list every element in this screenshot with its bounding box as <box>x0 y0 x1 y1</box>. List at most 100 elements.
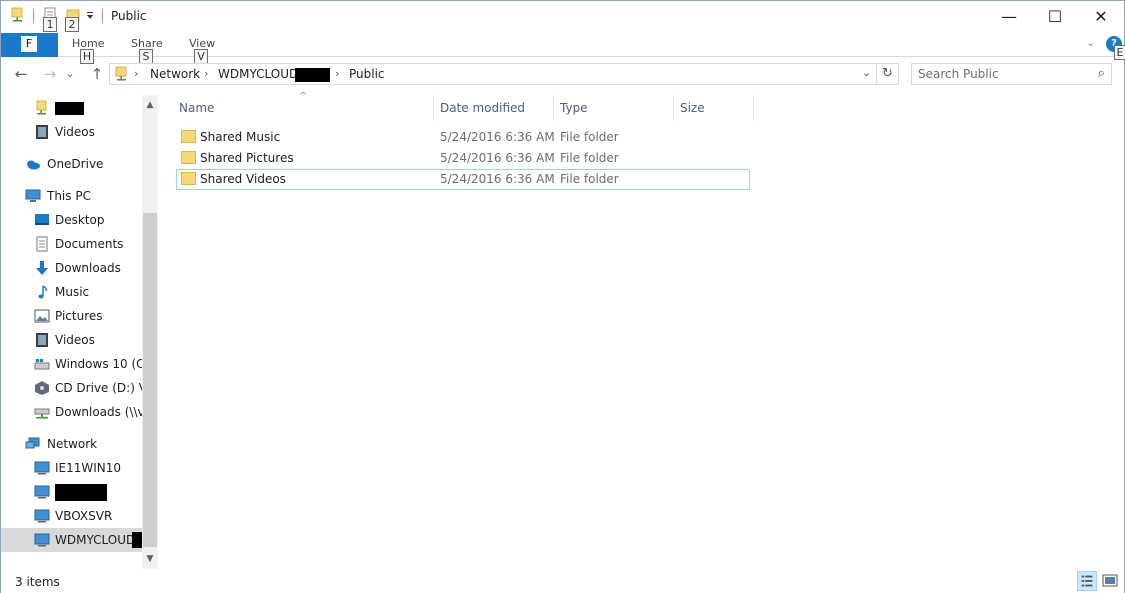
breadcrumb-wdmycloud[interactable]: WDMYCLOUD <box>218 67 298 81</box>
column-header-type[interactable]: Type <box>554 95 674 121</box>
onedrive-icon <box>27 160 40 170</box>
forward-button[interactable]: → <box>39 64 61 84</box>
breadcrumb-separator[interactable]: › <box>335 67 339 80</box>
redaction-block <box>55 484 107 501</box>
nav-item-videos-2[interactable]: Videos <box>1 329 142 351</box>
title-separator <box>33 9 34 23</box>
documents-icon <box>36 236 48 252</box>
nav-item-label: CD Drive (D:) Vir <box>55 381 142 395</box>
folder-icon <box>181 151 196 164</box>
network-folder-icon <box>11 7 23 22</box>
scroll-up-arrow-icon[interactable]: ▲ <box>142 95 158 115</box>
title-separator <box>102 9 103 23</box>
search-icon[interactable]: ⌕ <box>1098 66 1105 81</box>
file-type: File folder <box>560 172 619 186</box>
scroll-down-arrow-icon[interactable]: ▼ <box>142 549 158 569</box>
up-button[interactable]: ↑ <box>86 64 108 84</box>
nav-item-downloads-network[interactable]: Downloads (\\vb <box>1 401 142 423</box>
file-type: File folder <box>560 130 619 144</box>
search-box[interactable]: ⌕ <box>911 63 1112 85</box>
nav-item-onedrive[interactable]: OneDrive <box>1 153 142 175</box>
file-row[interactable]: Shared Music 5/24/2016 6:36 AM File fold… <box>176 127 750 148</box>
back-button[interactable]: ← <box>10 64 32 84</box>
column-header-label: Size <box>680 101 705 115</box>
nav-item-windows-c[interactable]: Windows 10 (C:) <box>1 353 142 375</box>
nav-item-label: Documents <box>55 237 124 251</box>
desktop-icon <box>35 214 49 225</box>
maximize-button[interactable]: ☐ <box>1032 1 1078 31</box>
redaction-block <box>132 532 142 548</box>
nav-item-label: WDMYCLOUD <box>55 533 136 547</box>
close-button[interactable]: ✕ <box>1078 1 1124 31</box>
breadcrumb-separator[interactable]: › <box>204 67 208 80</box>
nav-item-label: Pictures <box>55 309 103 323</box>
file-list: ^ Name Date modified Type Size Shared Mu… <box>159 91 1124 569</box>
computer-monitor-icon <box>34 461 50 475</box>
nav-item-vboxsvr[interactable]: VBOXSVR <box>1 505 142 527</box>
nav-item-music[interactable]: Music <box>1 281 142 303</box>
navigation-pane: Videos OneDrive This PC Desktop Document… <box>1 95 158 569</box>
nav-item-label: OneDrive <box>47 157 104 171</box>
computer-monitor-icon <box>34 509 50 523</box>
column-header-size[interactable]: Size <box>674 95 754 121</box>
file-name: Shared Pictures <box>200 151 294 165</box>
pictures-icon <box>34 309 50 323</box>
minimize-button[interactable]: — <box>986 1 1032 31</box>
file-date: 5/24/2016 6:36 AM <box>440 130 555 144</box>
refresh-button[interactable]: ↻ <box>877 63 899 85</box>
file-name: Shared Videos <box>200 172 286 186</box>
column-header-label: Date modified <box>440 101 526 115</box>
search-input[interactable] <box>918 66 1088 82</box>
nav-item-user-folder[interactable] <box>1 97 142 119</box>
address-dropdown-chevron-icon[interactable]: ⌄ <box>862 66 871 79</box>
nav-item-label: Windows 10 (C:) <box>55 357 142 371</box>
large-icons-view-icon[interactable] <box>1100 571 1120 591</box>
file-explorer-window: 1 2 Public — ☐ ✕ F Home H Share S View V… <box>0 0 1125 593</box>
ribbon-tabs: F Home H Share S View V ⌄ ? E <box>1 33 1125 64</box>
nav-item-documents[interactable]: Documents <box>1 233 142 255</box>
downloads-icon <box>36 261 48 275</box>
breadcrumb-separator[interactable]: › <box>134 67 138 80</box>
file-type: File folder <box>560 151 619 165</box>
nav-item-downloads[interactable]: Downloads <box>1 257 142 279</box>
nav-item-cd-drive[interactable]: CD Drive (D:) Vir <box>1 377 142 399</box>
file-row[interactable]: Shared Pictures 5/24/2016 6:36 AM File f… <box>176 148 750 169</box>
ribbon-expand-chevron-icon[interactable]: ⌄ <box>1086 36 1095 49</box>
customize-toolbar-chevron-icon[interactable] <box>85 11 95 21</box>
file-date: 5/24/2016 6:36 AM <box>440 151 555 165</box>
maximize-icon: ☐ <box>1047 6 1063 26</box>
nav-item-ie11win10[interactable]: IE11WIN10 <box>1 457 142 479</box>
keytip-new-folder: 2 <box>65 17 79 32</box>
column-header-label: Name <box>179 101 215 115</box>
nav-item-label: Downloads (\\vb <box>55 405 142 419</box>
file-row[interactable]: Shared Videos 5/24/2016 6:36 AM File fol… <box>176 169 750 190</box>
nav-item-pictures[interactable]: Pictures <box>1 305 142 327</box>
minimize-icon: — <box>1001 6 1017 26</box>
nav-item-label: Music <box>55 285 90 299</box>
column-header-name[interactable]: Name <box>173 95 434 121</box>
computer-monitor-icon <box>34 533 50 547</box>
breadcrumb-public[interactable]: Public <box>349 67 385 81</box>
nav-item-desktop[interactable]: Desktop <box>1 209 142 231</box>
recent-locations-button[interactable]: ⌄ <box>63 64 77 84</box>
status-bar: 3 items <box>1 569 1124 593</box>
column-header-date-modified[interactable]: Date modified <box>434 95 554 121</box>
music-icon <box>38 285 47 299</box>
file-tab[interactable]: F <box>1 33 58 57</box>
nav-item-wdmycloud[interactable]: WDMYCLOUD <box>1 528 142 552</box>
nav-pane-scrollbar[interactable]: ▲ ▼ <box>142 95 158 569</box>
details-view-icon[interactable] <box>1077 571 1097 591</box>
scroll-thumb[interactable] <box>143 213 157 547</box>
keytip-properties: 1 <box>43 17 57 32</box>
nav-item-videos[interactable]: Videos <box>1 121 142 143</box>
nav-item-redacted-computer[interactable] <box>1 481 142 503</box>
user-folder-icon <box>36 100 47 115</box>
folder-icon <box>181 172 196 185</box>
nav-item-this-pc[interactable]: This PC <box>1 185 142 207</box>
keytip-file: F <box>21 36 37 52</box>
nav-item-network[interactable]: Network <box>1 433 142 455</box>
breadcrumb-network[interactable]: Network <box>150 67 200 81</box>
address-bar[interactable]: › Network › WDMYCLOUD › Public ⌄ <box>109 63 877 85</box>
nav-item-label: Network <box>47 437 98 451</box>
nav-item-label: Videos <box>55 125 95 139</box>
